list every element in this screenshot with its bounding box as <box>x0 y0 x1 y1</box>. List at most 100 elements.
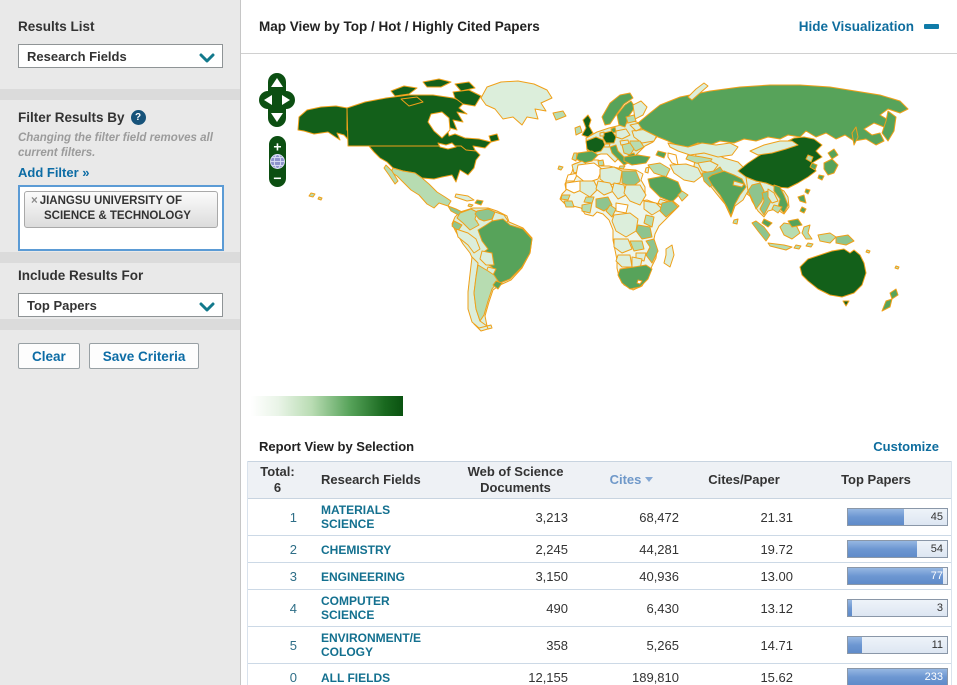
country-greenland[interactable] <box>480 80 553 126</box>
top-papers-bar-fill <box>848 637 862 653</box>
country-philippines[interactable] <box>797 194 807 214</box>
top-papers-bar: 45 <box>847 508 948 526</box>
country-sulawesi[interactable] <box>801 224 813 240</box>
customize-link[interactable]: Customize <box>873 439 939 454</box>
save-criteria-button[interactable]: Save Criteria <box>88 343 200 369</box>
country-newfoundland[interactable] <box>488 133 500 143</box>
country-israel[interactable] <box>644 166 650 174</box>
cites-paper-cell: 14.71 <box>687 626 801 664</box>
country-png[interactable] <box>835 234 855 246</box>
country-srilanka[interactable] <box>732 218 739 225</box>
top-papers-bar: 233 <box>847 668 948 685</box>
country-senegal[interactable] <box>560 194 571 201</box>
filter-tag-label: JIANGSU UNIVERSITY OF SCIENCE & TECHNOLO… <box>39 195 191 223</box>
results-list-section: Results List Research Fields <box>0 0 240 89</box>
help-icon[interactable]: ? <box>130 110 146 125</box>
country-uk[interactable] <box>581 114 594 138</box>
field-link[interactable]: ENVIRONMENT/ECOLOGY <box>321 631 425 659</box>
country-malaysia[interactable] <box>761 218 773 228</box>
country-hawaii2[interactable] <box>317 196 323 201</box>
country-portugal[interactable] <box>571 152 578 162</box>
add-filter-link[interactable]: Add Filter » <box>18 165 90 180</box>
country-ireland[interactable] <box>574 125 583 136</box>
country-swiss[interactable] <box>603 143 611 148</box>
country-nz[interactable] <box>881 288 899 312</box>
country-kamchatka[interactable] <box>881 110 897 142</box>
country-usa[interactable] <box>368 145 481 183</box>
country-guinea[interactable] <box>563 200 575 208</box>
country-baltics[interactable] <box>625 114 637 124</box>
map-pan-control[interactable] <box>259 73 295 127</box>
country-jamaica[interactable] <box>467 203 474 208</box>
col-header-cites[interactable]: Cites <box>576 461 687 499</box>
col-header-research-fields: Research Fields <box>307 461 455 499</box>
filter-section: Filter Results By ? Changing the filter … <box>0 100 240 252</box>
top-papers-value: 233 <box>924 671 943 683</box>
world-map-countries <box>297 78 909 332</box>
results-list-select[interactable]: Research Fields <box>18 44 223 68</box>
country-canary[interactable] <box>557 165 564 171</box>
country-newguineaw[interactable] <box>817 232 837 244</box>
docs-cell: 358 <box>455 626 576 664</box>
country-australia[interactable] <box>799 248 867 298</box>
field-link[interactable]: MATERIALS SCIENCE <box>321 503 425 531</box>
country-benelux[interactable] <box>599 131 605 137</box>
country-caucasus[interactable] <box>655 150 667 159</box>
country-falkland[interactable] <box>486 324 493 330</box>
country-hawaii1[interactable] <box>308 192 316 198</box>
map-zoom-control[interactable]: + − <box>269 136 286 187</box>
top-papers-cell: 54 <box>801 535 951 563</box>
sidebar: Results List Research Fields Filter Resu… <box>0 0 241 685</box>
remove-tag-icon[interactable]: × <box>31 195 38 207</box>
country-tunisia[interactable] <box>597 159 605 167</box>
country-turkey[interactable] <box>623 154 651 166</box>
clear-button[interactable]: Clear <box>18 343 80 369</box>
collapse-icon[interactable] <box>924 24 939 29</box>
country-ghana[interactable] <box>581 202 593 214</box>
country-java[interactable] <box>767 242 793 251</box>
field-cell: ENVIRONMENT/ECOLOGY <box>307 626 455 664</box>
field-link[interactable]: ALL FIELDS <box>321 671 425 685</box>
table-row: 4 COMPUTER SCIENCE 490 6,430 13.12 3 <box>248 589 951 627</box>
top-papers-value: 11 <box>931 639 943 651</box>
report-table: Total: 6 Research Fields Web of Science D… <box>248 461 951 685</box>
country-isl2[interactable] <box>805 242 814 248</box>
country-arctic3[interactable] <box>454 81 476 92</box>
country-taiwan[interactable] <box>804 188 811 195</box>
world-map[interactable]: + − <box>241 54 957 431</box>
field-link[interactable]: COMPUTER SCIENCE <box>321 594 425 622</box>
country-iceland[interactable] <box>552 110 567 121</box>
map-header: Map View by Top / Hot / Highly Cited Pap… <box>241 0 957 54</box>
field-link[interactable]: ENGINEERING <box>321 570 425 584</box>
country-isl1[interactable] <box>793 244 802 250</box>
country-madagascar[interactable] <box>663 244 675 268</box>
country-fiji[interactable] <box>894 265 900 270</box>
field-link[interactable]: CHEMISTRY <box>321 543 425 557</box>
country-southafrica[interactable] <box>617 264 653 290</box>
filter-box[interactable]: × JIANGSU UNIVERSITY OF SCIENCE & TECHNOL… <box>18 185 224 252</box>
include-select[interactable]: Top Papers <box>18 293 223 317</box>
country-hispaniola[interactable] <box>474 199 484 206</box>
country-russia[interactable] <box>637 84 909 148</box>
filter-tag[interactable]: × JIANGSU UNIVERSITY OF SCIENCE & TECHNOL… <box>24 191 218 229</box>
country-tasmania[interactable] <box>842 300 850 307</box>
country-solomon[interactable] <box>865 249 871 254</box>
hide-visualization-link[interactable]: Hide Visualization <box>799 19 914 34</box>
country-sicily[interactable] <box>618 165 626 170</box>
map-area: + − <box>241 54 957 431</box>
country-cuba[interactable] <box>454 193 475 202</box>
country-car[interactable] <box>615 202 629 214</box>
country-arctic2[interactable] <box>422 78 452 88</box>
country-finland[interactable] <box>632 100 648 120</box>
country-syriairaq[interactable] <box>647 162 671 178</box>
country-japan[interactable] <box>817 148 839 181</box>
country-caspian[interactable] <box>667 152 679 166</box>
country-saudi[interactable] <box>647 175 683 203</box>
divider <box>0 89 240 100</box>
top-papers-cell: 233 <box>801 663 951 685</box>
country-burkina[interactable] <box>583 196 595 204</box>
top-papers-value: 45 <box>930 511 943 523</box>
table-row: 5 ENVIRONMENT/ECOLOGY 358 5,265 14.71 11 <box>248 626 951 664</box>
table-row: 1 MATERIALS SCIENCE 3,213 68,472 21.31 4… <box>248 498 951 536</box>
docs-cell: 2,245 <box>455 535 576 563</box>
